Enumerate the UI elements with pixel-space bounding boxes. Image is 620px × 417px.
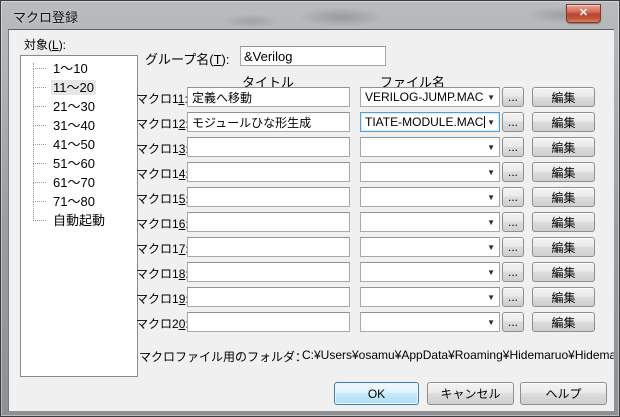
macro-file-value: VERILOG-JUMP.MAC bbox=[365, 90, 483, 104]
macro-row: マクロ13: ▼... 編集 bbox=[9, 137, 614, 159]
chevron-down-icon[interactable]: ▼ bbox=[487, 113, 495, 131]
edit-macro-button[interactable]: 編集 bbox=[532, 212, 595, 232]
chevron-down-icon[interactable]: ▼ bbox=[487, 288, 495, 306]
macro-file-combo[interactable]: ▼ bbox=[360, 312, 500, 332]
edit-macro-button[interactable]: 編集 bbox=[532, 312, 595, 332]
macro-file-combo[interactable]: TIATE-MODULE.MAC ▼ bbox=[360, 112, 500, 132]
close-button[interactable]: ✕ bbox=[566, 4, 601, 23]
macro-row-label: マクロ20: bbox=[136, 315, 189, 332]
target-list-item-label: 1～10 bbox=[51, 61, 90, 76]
macro-folder-label: マクロファイル用のフォルダ： bbox=[139, 348, 307, 365]
macro-row-label: マクロ13: bbox=[136, 140, 189, 157]
macro-title-input[interactable] bbox=[187, 212, 350, 232]
dialog-client-area: 対象(L): 1～1011～2021～3031～4041～5051～6061～7… bbox=[8, 29, 614, 411]
browse-file-button[interactable]: ... bbox=[502, 237, 524, 257]
macro-row-label: マクロ11: bbox=[136, 90, 188, 107]
macro-title-input[interactable] bbox=[187, 87, 350, 107]
macro-title-input[interactable] bbox=[187, 262, 350, 282]
chevron-down-icon[interactable]: ▼ bbox=[487, 163, 495, 181]
macro-title-input[interactable] bbox=[187, 287, 350, 307]
macro-file-combo[interactable]: ▼ bbox=[360, 262, 500, 282]
macro-row-label: マクロ15: bbox=[136, 190, 189, 207]
target-list-label: 対象(L): bbox=[24, 36, 66, 53]
edit-macro-button[interactable]: 編集 bbox=[532, 87, 595, 107]
text-caret bbox=[484, 116, 485, 128]
macro-file-combo[interactable]: ▼ bbox=[360, 212, 500, 232]
browse-file-button[interactable]: ... bbox=[502, 112, 524, 132]
target-list-item[interactable]: 1～10 bbox=[27, 59, 137, 78]
macro-folder-path: C:¥Users¥osamu¥AppData¥Roaming¥Hidemaruo… bbox=[302, 348, 614, 362]
macro-row-label: マクロ16: bbox=[136, 215, 189, 232]
macro-row-label: マクロ17: bbox=[136, 240, 189, 257]
macro-title-input[interactable] bbox=[187, 112, 350, 132]
edit-macro-button[interactable]: 編集 bbox=[532, 187, 595, 207]
edit-macro-button[interactable]: 編集 bbox=[532, 262, 595, 282]
macro-file-combo[interactable]: VERILOG-JUMP.MAC ▼ bbox=[360, 87, 500, 107]
edit-macro-button[interactable]: 編集 bbox=[532, 162, 595, 182]
macro-title-input[interactable] bbox=[187, 162, 350, 182]
chevron-down-icon[interactable]: ▼ bbox=[487, 213, 495, 231]
browse-file-button[interactable]: ... bbox=[502, 262, 524, 282]
macro-row: マクロ11: VERILOG-JUMP.MAC ▼... 編集 bbox=[9, 87, 614, 109]
macro-registration-dialog: マクロ登録 ✕ 対象(L): 1～1011～2021～3031～4041～505… bbox=[0, 0, 620, 417]
chevron-down-icon[interactable]: ▼ bbox=[487, 238, 495, 256]
macro-title-input[interactable] bbox=[187, 187, 350, 207]
chevron-down-icon[interactable]: ▼ bbox=[487, 138, 495, 156]
macro-file-combo[interactable]: ▼ bbox=[360, 287, 500, 307]
macro-row-label: マクロ14: bbox=[136, 165, 189, 182]
browse-file-button[interactable]: ... bbox=[502, 287, 524, 307]
macro-file-combo[interactable]: ▼ bbox=[360, 162, 500, 182]
macro-row: マクロ18: ▼... 編集 bbox=[9, 262, 614, 284]
macro-row: マクロ20: ▼... 編集 bbox=[9, 312, 614, 334]
macro-row-label: マクロ18: bbox=[136, 265, 189, 282]
help-button[interactable]: ヘルプ bbox=[520, 382, 607, 405]
macro-row-label: マクロ19: bbox=[136, 290, 189, 307]
macro-row: マクロ17: ▼... 編集 bbox=[9, 237, 614, 259]
group-name-input[interactable] bbox=[240, 46, 386, 66]
browse-file-button[interactable]: ... bbox=[502, 162, 524, 182]
browse-file-button[interactable]: ... bbox=[502, 212, 524, 232]
macro-title-input[interactable] bbox=[187, 312, 350, 332]
edit-macro-button[interactable]: 編集 bbox=[532, 237, 595, 257]
chevron-down-icon[interactable]: ▼ bbox=[487, 88, 495, 106]
close-icon: ✕ bbox=[579, 7, 588, 19]
browse-file-button[interactable]: ... bbox=[502, 87, 524, 107]
cancel-button[interactable]: キャンセル bbox=[427, 382, 514, 405]
group-name-label: グループ名(T): bbox=[145, 49, 229, 68]
chevron-down-icon[interactable]: ▼ bbox=[487, 263, 495, 281]
macro-row: マクロ15: ▼... 編集 bbox=[9, 187, 614, 209]
ok-button[interactable]: OK bbox=[334, 382, 419, 405]
edit-macro-button[interactable]: 編集 bbox=[532, 112, 595, 132]
browse-file-button[interactable]: ... bbox=[502, 137, 524, 157]
edit-macro-button[interactable]: 編集 bbox=[532, 287, 595, 307]
macro-row: マクロ19: ▼... 編集 bbox=[9, 287, 614, 309]
browse-file-button[interactable]: ... bbox=[502, 187, 524, 207]
macro-title-input[interactable] bbox=[187, 237, 350, 257]
macro-file-combo[interactable]: ▼ bbox=[360, 237, 500, 257]
chevron-down-icon[interactable]: ▼ bbox=[487, 188, 495, 206]
macro-row: マクロ12: TIATE-MODULE.MAC ▼... 編集 bbox=[9, 112, 614, 134]
browse-file-button[interactable]: ... bbox=[502, 312, 524, 332]
macro-title-input[interactable] bbox=[187, 137, 350, 157]
title-bar[interactable]: マクロ登録 ✕ bbox=[1, 1, 619, 29]
macro-file-combo[interactable]: ▼ bbox=[360, 187, 500, 207]
window-title: マクロ登録 bbox=[13, 7, 78, 26]
macro-file-combo[interactable]: ▼ bbox=[360, 137, 500, 157]
macro-row: マクロ16: ▼... 編集 bbox=[9, 212, 614, 234]
macro-row-label: マクロ12: bbox=[136, 115, 189, 132]
edit-macro-button[interactable]: 編集 bbox=[532, 137, 595, 157]
macro-row: マクロ14: ▼... 編集 bbox=[9, 162, 614, 184]
chevron-down-icon[interactable]: ▼ bbox=[487, 313, 495, 331]
macro-file-value: TIATE-MODULE.MAC bbox=[365, 115, 483, 129]
